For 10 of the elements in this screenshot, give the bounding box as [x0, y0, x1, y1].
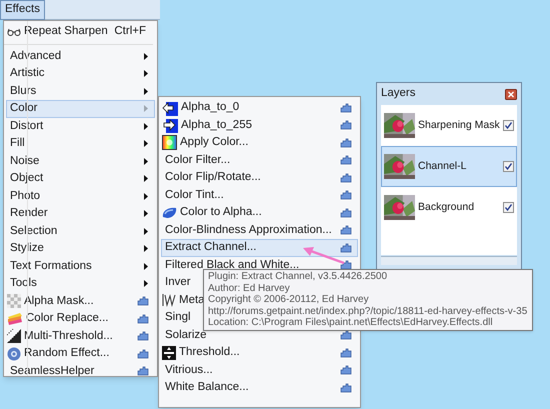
- tooltip-line: Author: Ed Harvey: [208, 282, 291, 294]
- layer-name: Background: [418, 200, 476, 215]
- tooltip-line: Plugin: Extract Channel, v3.5.4426.2500: [208, 271, 388, 282]
- tooltip-line: Location: C:\Program Files\paint.net\Effects\EdHarvey.Effects.dll: [208, 317, 494, 328]
- panel-title: Layers: [381, 86, 416, 102]
- tooltip-line: http://forums.getpaint.net/index.php?/topic/18811-ed-harvey-effects-v-35: [208, 306, 528, 317]
- layer-name: Sharpening Mask: [418, 118, 500, 133]
- tooltip-line: Copyright © 2006-20112, Ed Harvey: [208, 294, 370, 306]
- shortcut-label: Ctrl+F: [114, 24, 146, 40]
- layer-name: Channel-L: [418, 158, 468, 174]
